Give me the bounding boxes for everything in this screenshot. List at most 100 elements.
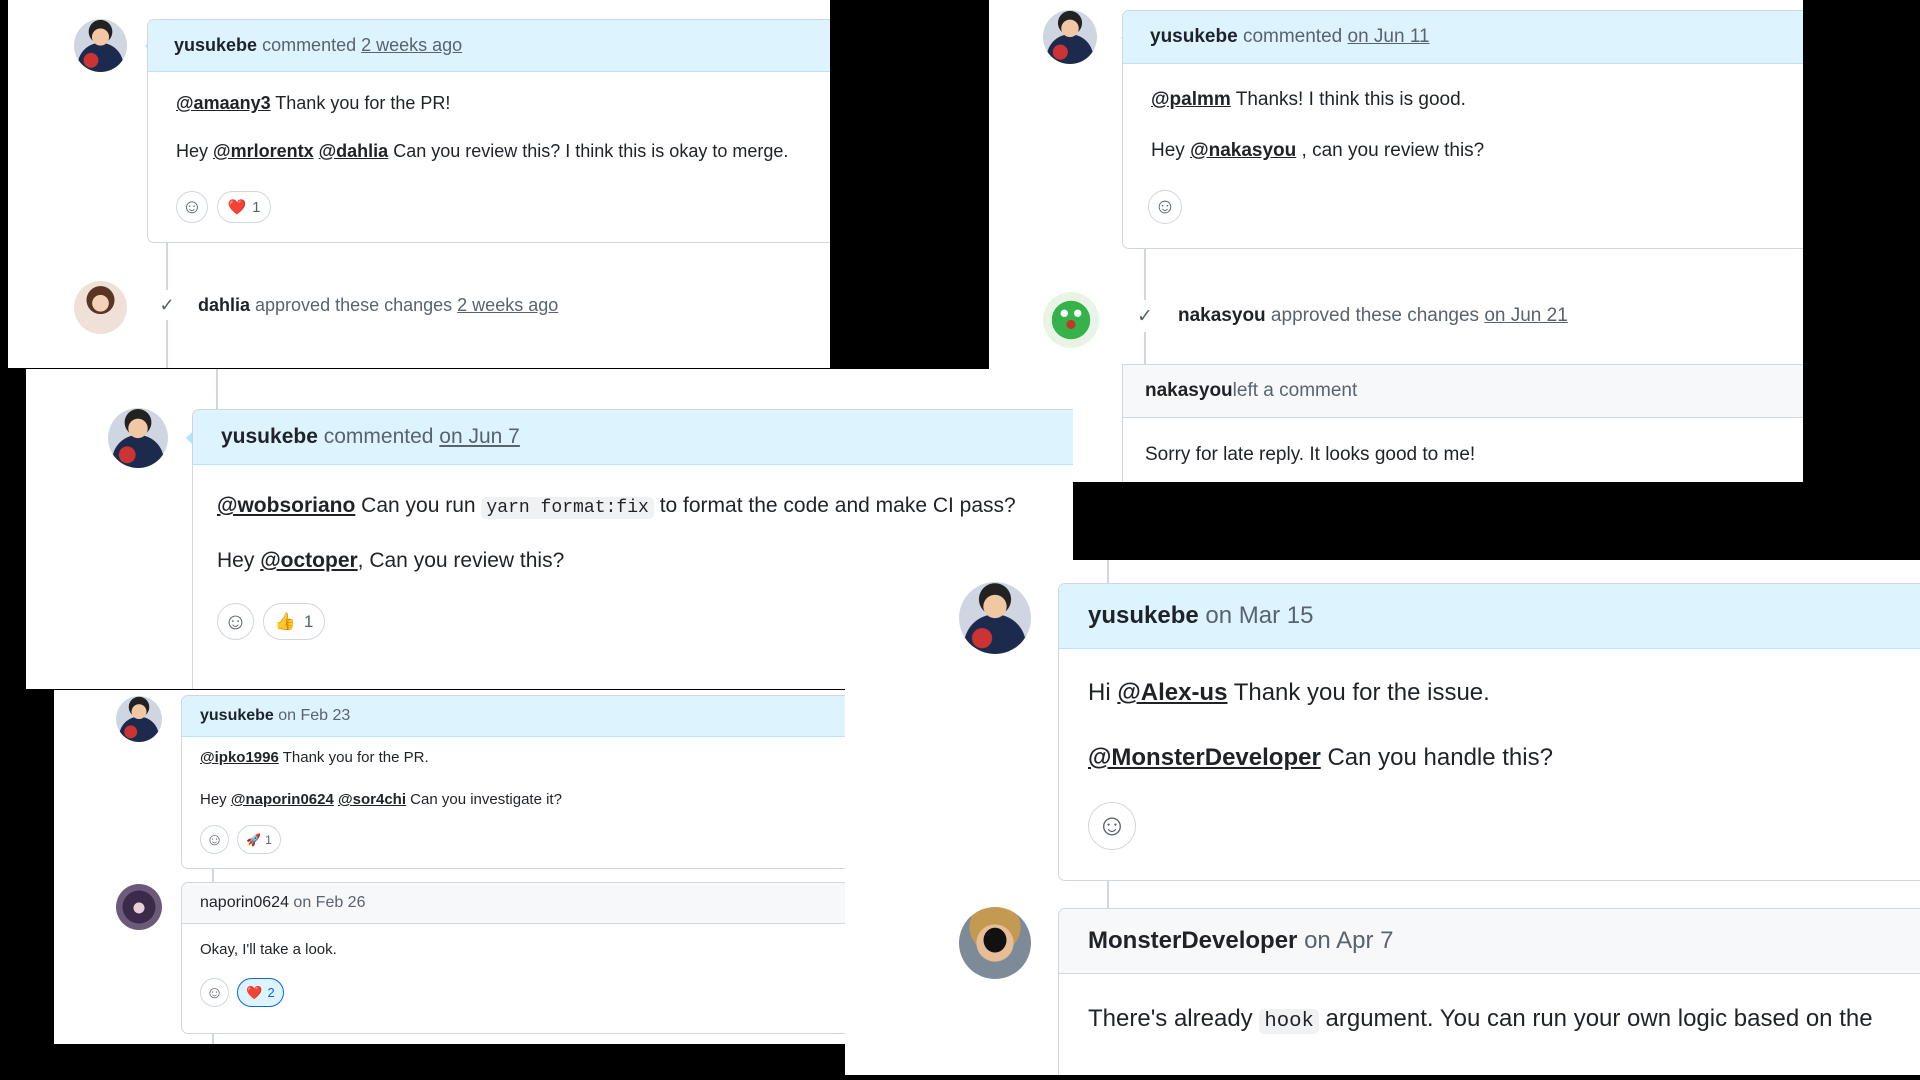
avatar[interactable] <box>116 696 162 742</box>
check-icon: ✓ <box>152 290 182 320</box>
comment-text: Can you investigate it? <box>406 791 562 808</box>
comment-card: yusukebe on Mar 15 Hi @Alex-us Thank you… <box>1058 583 1920 881</box>
comment-text: There's already <box>1088 1005 1260 1032</box>
comment-text: Hey <box>1151 140 1191 161</box>
comment-text: Thank you for the issue. <box>1227 679 1490 706</box>
event-text: approved these changes <box>250 295 458 315</box>
reaction-count: 1 <box>303 611 314 631</box>
smiley-icon: ☺ <box>181 195 203 218</box>
comment-author[interactable]: yusukebe <box>200 707 274 725</box>
mention-link[interactable]: @MonsterDeveloper <box>1088 744 1321 771</box>
comment-author[interactable]: yusukebe <box>174 35 257 56</box>
rocket-icon: 🚀 <box>246 832 262 847</box>
comment-body-line: There's already hook argument. You can r… <box>1088 1005 1873 1034</box>
comment-text: Can you run <box>355 494 482 517</box>
comment-timestamp[interactable]: on Mar 15 <box>1205 602 1313 630</box>
comment-timestamp[interactable]: on Apr 7 <box>1304 927 1393 955</box>
reaction-count: 1 <box>252 198 261 216</box>
avatar[interactable] <box>116 884 162 930</box>
comment-text: Can you handle this? <box>1320 744 1553 771</box>
add-reaction-button[interactable]: ☺ <box>200 825 229 854</box>
comment-card: yusukebe commented on Jun 11 @palmm Than… <box>1122 10 1803 249</box>
avatar[interactable] <box>74 281 127 334</box>
comment-author[interactable]: naporin0624 <box>200 894 289 912</box>
smiley-icon: ☺ <box>1096 809 1128 842</box>
mention-link[interactable]: @dahlia <box>319 141 389 161</box>
reaction-rocket-button[interactable]: 🚀 1 <box>237 825 281 854</box>
reaction-heart-button[interactable]: ❤️ 2 <box>237 978 284 1007</box>
heart-icon: ❤️ <box>227 199 247 216</box>
event-timestamp[interactable]: on Jun 21 <box>1484 305 1567 326</box>
comment-timestamp[interactable]: on Jun 7 <box>439 425 520 449</box>
avatar[interactable] <box>1043 292 1099 348</box>
comment-header: naporin0624 on Feb 26 <box>182 883 845 924</box>
comment-header: yusukebe commented on Jun 11 <box>1123 11 1803 64</box>
thumbs-up-icon: 👍 <box>274 611 296 631</box>
mention-link[interactable]: @amaany3 <box>176 93 271 113</box>
avatar[interactable] <box>959 907 1031 979</box>
review-verb: left a comment <box>1232 380 1358 401</box>
mention-link[interactable]: @naporin0624 <box>231 791 334 808</box>
mention-link[interactable]: @octoper <box>260 549 357 572</box>
comment-author[interactable]: yusukebe <box>221 425 318 449</box>
mention-link[interactable]: @ipko1996 <box>200 749 279 766</box>
review-author[interactable]: nakasyou <box>1145 380 1233 402</box>
add-reaction-button[interactable]: ☺ <box>1088 802 1136 850</box>
smiley-icon: ☺ <box>1154 195 1176 218</box>
comment-author[interactable]: yusukebe <box>1150 26 1238 48</box>
comment-timestamp[interactable]: on Feb 26 <box>293 894 365 912</box>
mention-link[interactable]: @wobsoriano <box>217 494 355 517</box>
screenshot-panel-top-left: yusukebe commented 2 weeks ago @amaany3 … <box>8 0 830 368</box>
mention-link[interactable]: @sor4chi <box>338 791 406 808</box>
check-icon: ✓ <box>1129 300 1161 332</box>
avatar[interactable] <box>1043 10 1097 64</box>
event-author[interactable]: dahlia <box>198 295 250 315</box>
comment-text: argument. You can run your own logic bas… <box>1318 1005 1873 1032</box>
inline-code: yarn format:fix <box>481 497 654 519</box>
event-author[interactable]: nakasyou <box>1178 305 1266 326</box>
comment-body-line: @amaany3 Thank you for the PR! <box>176 93 450 114</box>
add-reaction-button[interactable]: ☺ <box>1148 190 1182 224</box>
smiley-icon: ☺ <box>205 829 224 849</box>
comment-body-line: @ipko1996 Thank you for the PR. <box>200 749 429 766</box>
comment-body-line: Hey @mrlorentx @dahlia Can you review th… <box>176 141 788 162</box>
comment-verb: commented <box>262 35 357 55</box>
comment-body: Okay, I'll take a look. <box>200 941 337 958</box>
comment-body-line: Hi @Alex-us Thank you for the issue. <box>1088 679 1490 707</box>
reaction-heart-button[interactable]: ❤️ 1 <box>217 191 271 223</box>
comment-author[interactable]: yusukebe <box>1088 602 1199 630</box>
add-reaction-button[interactable]: ☺ <box>217 603 254 640</box>
comment-timestamp[interactable]: on Jun 11 <box>1348 26 1430 48</box>
mention-link[interactable]: @Alex-us <box>1117 679 1227 706</box>
comment-card: yusukebe commented 2 weeks ago @amaany3 … <box>147 19 830 243</box>
mention-link[interactable]: @palmm <box>1151 89 1231 110</box>
comment-timestamp[interactable]: on Feb 23 <box>278 707 350 725</box>
avatar[interactable] <box>108 408 168 468</box>
comment-text: , can you review this? <box>1296 140 1485 161</box>
reaction-thumbsup-button[interactable]: 👍 1 <box>263 603 325 640</box>
comment-body-line: Hey @octoper, Can you review this? <box>217 549 564 573</box>
comment-text: Hey <box>200 791 231 808</box>
comment-header: yusukebe commented 2 weeks ago <box>148 20 830 72</box>
mention-link[interactable]: @mrlorentx <box>213 141 314 161</box>
reaction-count: 1 <box>265 832 272 847</box>
comment-header: MonsterDeveloper on Apr 7 <box>1059 909 1920 974</box>
timeline-rail <box>1107 878 1109 908</box>
event-timestamp[interactable]: 2 weeks ago <box>457 295 558 315</box>
comment-timestamp[interactable]: 2 weeks ago <box>361 35 462 56</box>
timeline-rail <box>216 369 218 409</box>
review-comment-card: nakasyou left a comment Sorry for late r… <box>1122 364 1803 482</box>
comment-card: MonsterDeveloper on Apr 7 There's alread… <box>1058 908 1920 1075</box>
comment-body-line: Hey @nakasyou , can you review this? <box>1151 140 1484 162</box>
review-event: dahlia approved these changes 2 weeks ag… <box>198 295 558 316</box>
screenshot-panel-bottom-left: yusukebe on Feb 23 @ipko1996 Thank you f… <box>54 690 845 1044</box>
avatar[interactable] <box>74 19 127 72</box>
mention-link[interactable]: @nakasyou <box>1190 140 1296 161</box>
review-event: nakasyou approved these changes on Jun 2… <box>1178 305 1568 327</box>
comment-verb: commented <box>323 425 434 448</box>
avatar[interactable] <box>959 582 1031 654</box>
add-reaction-button[interactable]: ☺ <box>176 191 208 223</box>
comment-text: Thank you for the PR. <box>278 749 429 766</box>
comment-author[interactable]: MonsterDeveloper <box>1088 927 1297 955</box>
add-reaction-button[interactable]: ☺ <box>200 978 229 1007</box>
